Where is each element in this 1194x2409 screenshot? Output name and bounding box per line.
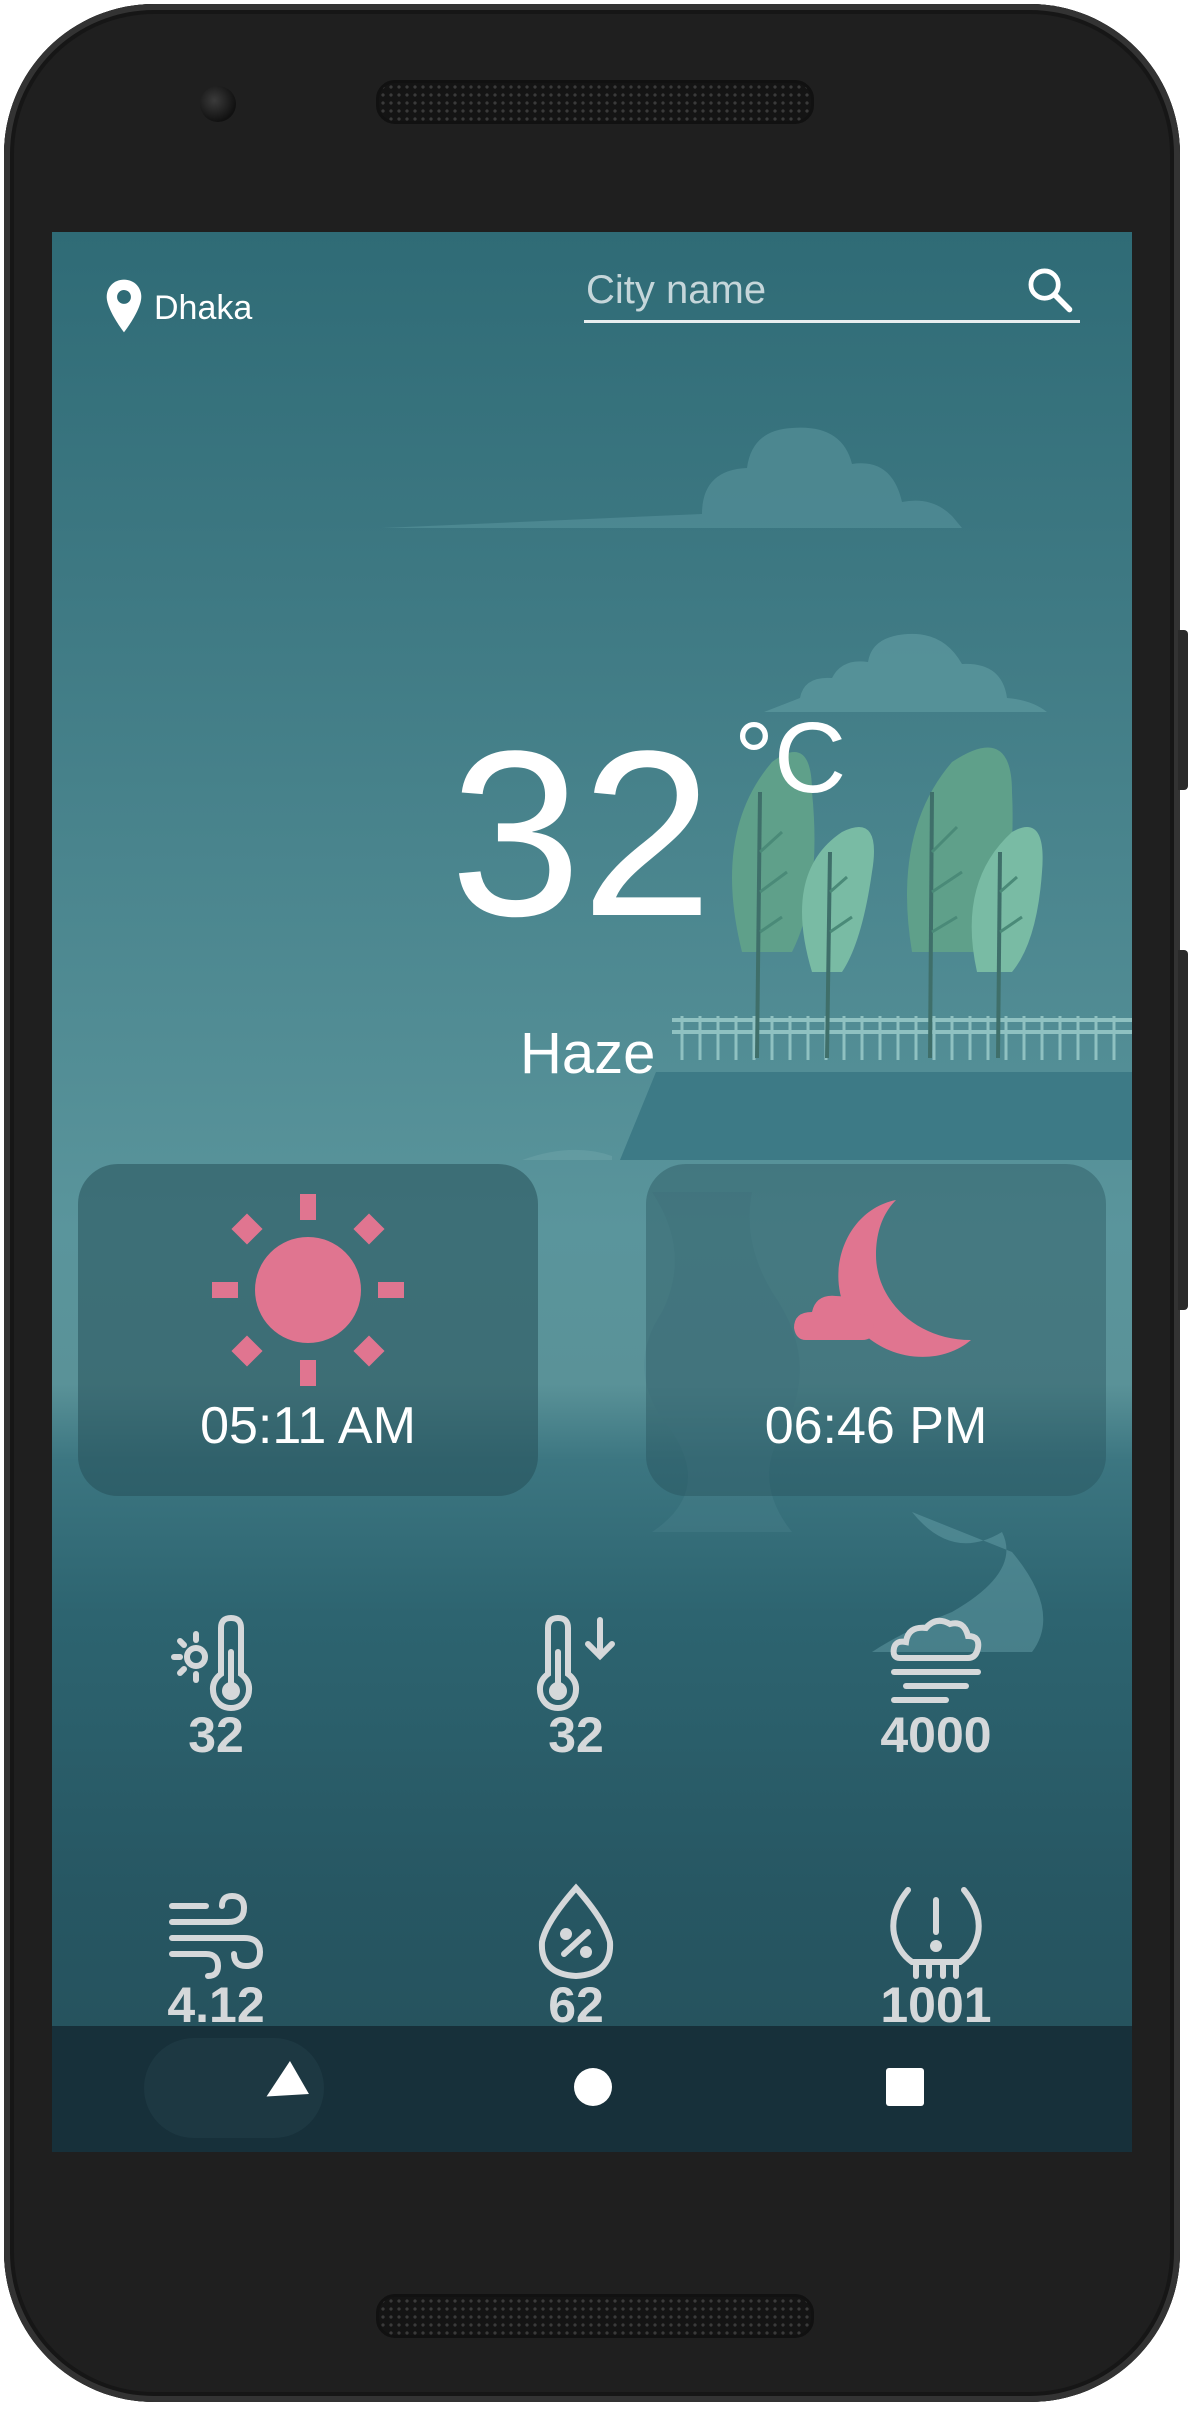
recents-icon[interactable] [878,2060,932,2119]
feels-like-value: 32 [188,1707,244,1763]
min-temp-value: 32 [548,1707,604,1763]
bottom-speaker [376,2294,814,2338]
city-label: Dhaka [154,289,253,327]
back-icon[interactable] [256,2060,310,2119]
feels-like-thermometer-icon [166,1612,266,1717]
sunset-card: 06:46 PM [646,1164,1106,1496]
current-temperature: 32 [450,702,713,966]
earpiece-speaker [376,80,814,124]
city-search-input[interactable] [584,262,1008,318]
sun-icon [208,1190,408,1395]
navigation-bar [52,2026,1132,2152]
front-camera [200,86,236,122]
sunset-time: 06:46 PM [764,1397,988,1455]
min-temperature-icon [526,1612,626,1717]
location-pin-icon [104,278,144,339]
search-icon[interactable] [1024,264,1076,316]
min-temp-stat: 32 [456,1612,696,1812]
moon-cloud-icon [776,1190,976,1395]
wind-icon [166,1882,266,1987]
visibility-stat: 4000 [816,1612,1056,1812]
sunrise-time: 05:11 AM [200,1397,416,1455]
top-bar: Dhaka [52,232,1132,352]
location-display: Dhaka [104,278,252,339]
pressure-icon [886,1882,986,1987]
city-search-box [584,262,1080,323]
home-icon[interactable] [566,2060,620,2119]
power-button [1178,630,1188,790]
app-screen: Dhaka 32 °C Haze [52,232,1132,2152]
visibility-value: 4000 [880,1707,992,1763]
weather-condition: Haze [520,1021,656,1086]
feels-like-stat: 32 [96,1612,336,1812]
visibility-fog-icon [886,1612,986,1717]
humidity-icon [526,1882,626,1987]
volume-button [1178,950,1188,1310]
sunrise-card: 05:11 AM [78,1164,538,1496]
temperature-unit: °C [734,702,847,814]
